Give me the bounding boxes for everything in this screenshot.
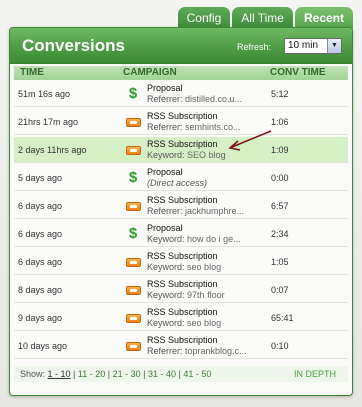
annotation-arrow-icon: [228, 130, 272, 151]
